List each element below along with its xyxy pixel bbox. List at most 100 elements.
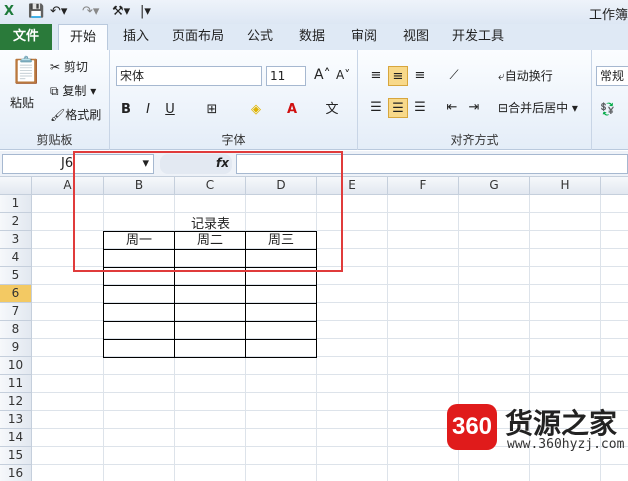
redo-icon[interactable]: ↷▾ [82,3,99,21]
row-header-4[interactable]: 4 [0,249,32,267]
copy-icon: ⧉ [50,84,63,98]
font-group-label: 字体 [221,133,246,147]
alignment-group-label: 对齐方式 [450,133,499,147]
watermark-url: www.360hyzj.com [507,437,625,452]
tab-review[interactable]: 审阅 [344,24,384,50]
tab-developer[interactable]: 开发工具 [448,24,508,50]
grow-font-icon[interactable]: A˄ [314,66,331,84]
cut-label: 剪切 [63,60,88,74]
wrap-text-button[interactable]: ⤶自动换行 [498,67,553,85]
gridline [32,464,628,465]
tab-file[interactable]: 文件 [0,24,52,50]
align-middle-icon[interactable]: ≡ [388,66,408,86]
row-header-7[interactable]: 7 [0,303,32,321]
currency-icon[interactable]: 💱 [600,100,615,118]
bold-button[interactable]: B [116,100,136,120]
save-icon[interactable]: 💾 [28,3,44,21]
table-cell[interactable] [103,303,175,322]
brush-icon: 🖌 [50,108,66,122]
row-header-16[interactable]: 16 [0,465,32,481]
row-header-12[interactable]: 12 [0,393,32,411]
font-size-combo[interactable]: 11 [266,66,306,86]
row-header-10[interactable]: 10 [0,357,32,375]
borders-icon[interactable]: ⊞ [202,100,222,120]
row-header-1[interactable]: 1 [0,195,32,213]
format-painter-button[interactable]: 🖌格式刷 [50,106,101,124]
paste-button[interactable]: 粘贴 [10,94,34,112]
increase-indent-icon[interactable]: ⇥ [464,98,484,118]
wrap-icon: ⤶ [498,69,505,83]
gridline [32,374,628,375]
ribbon-tabs: 文件 开始 插入 页面布局 公式 数据 审阅 视图 开发工具 [0,24,628,50]
tab-data[interactable]: 数据 [292,24,332,50]
font-name-combo[interactable]: 宋体 [116,66,262,86]
align-bottom-icon[interactable]: ≡ [410,66,430,86]
table-cell[interactable] [103,339,175,358]
align-top-icon[interactable]: ≡ [366,66,386,86]
table-cell[interactable] [174,303,246,322]
table-cell[interactable] [174,321,246,340]
customize-icon[interactable]: ⚒▾ [112,3,130,21]
copy-button[interactable]: ⧉ 复制 ▾ [50,82,96,100]
quick-access-toolbar: X 💾 ↶▾ ↷▾ ⚒▾ |▾ 工作簿 [0,0,628,24]
orientation-icon[interactable]: ⟋ [444,66,464,86]
merge-center-button[interactable]: ⊟合并后居中 ▾ [498,99,578,117]
tab-insert[interactable]: 插入 [116,24,156,50]
fill-color-icon[interactable]: ◈ [246,100,266,120]
column-header-f[interactable]: F [388,177,459,195]
tab-formulas[interactable]: 公式 [240,24,280,50]
row-header-5[interactable]: 5 [0,267,32,285]
table-cell[interactable] [245,321,317,340]
clipboard-group: 📋 粘贴 ✂ 剪切 ⧉ 复制 ▾ 🖌格式刷 剪贴板 [0,50,110,150]
ribbon: 📋 粘贴 ✂ 剪切 ⧉ 复制 ▾ 🖌格式刷 剪贴板 宋体 11 A˄ A˅ B … [0,50,628,150]
cut-button[interactable]: ✂ 剪切 [50,58,88,76]
table-cell[interactable] [245,339,317,358]
table-cell[interactable] [245,285,317,304]
table-cell[interactable] [103,321,175,340]
row-header-15[interactable]: 15 [0,447,32,465]
gridline [32,392,628,393]
underline-button[interactable]: U [160,100,180,120]
copy-label: 复制 [62,84,87,98]
number-format-combo[interactable]: 常规 [596,66,628,86]
alignment-group: ≡ ≡ ≡ ⟋ ☰ ☰ ☰ ⇤ ⇥ ⤶自动换行 ⊟合并后居中 ▾ 对齐方式 [358,50,592,150]
tab-page-layout[interactable]: 页面布局 [168,24,228,50]
merge-icon: ⊟ [498,101,509,115]
row-header-2[interactable]: 2 [0,213,32,231]
window-title: 工作簿 [588,8,628,23]
column-header-i[interactable] [601,177,628,195]
align-right-icon[interactable]: ☰ [410,98,430,118]
row-header-8[interactable]: 8 [0,321,32,339]
table-cell[interactable] [245,303,317,322]
italic-button[interactable]: I [138,100,158,120]
align-center-icon[interactable]: ☰ [388,98,408,118]
phonetic-icon[interactable]: 文 [322,100,342,120]
tab-view[interactable]: 视图 [396,24,436,50]
decrease-indent-icon[interactable]: ⇤ [442,98,462,118]
table-cell[interactable] [174,339,246,358]
paste-icon[interactable]: 📋 [10,56,42,86]
select-all-corner[interactable] [0,177,32,195]
row-header-13[interactable]: 13 [0,411,32,429]
align-left-icon[interactable]: ☰ [366,98,386,118]
watermark-logo: 360 [447,404,497,450]
row-header-6[interactable]: 6 [0,285,32,303]
table-cell[interactable] [103,285,175,304]
column-header-h[interactable]: H [530,177,601,195]
undo-icon[interactable]: ↶▾ [50,3,67,21]
row-header-11[interactable]: 11 [0,375,32,393]
format-painter-label: 格式刷 [65,108,102,122]
toolbar-dropdown-icon[interactable]: |▾ [140,3,151,21]
font-group: 宋体 11 A˄ A˅ B I U ⊞ ◈ A 文 字体 [110,50,358,150]
font-color-icon[interactable]: A [282,100,302,120]
annotation-highlight-box [73,151,343,272]
row-header-14[interactable]: 14 [0,429,32,447]
column-header-g[interactable]: G [459,177,530,195]
tab-home[interactable]: 开始 [58,24,108,50]
row-header-9[interactable]: 9 [0,339,32,357]
table-cell[interactable] [174,285,246,304]
wrap-label: 自动换行 [504,69,553,83]
shrink-font-icon[interactable]: A˅ [336,66,350,84]
number-group: 常规 💱 [592,50,628,150]
row-header-3[interactable]: 3 [0,231,32,249]
